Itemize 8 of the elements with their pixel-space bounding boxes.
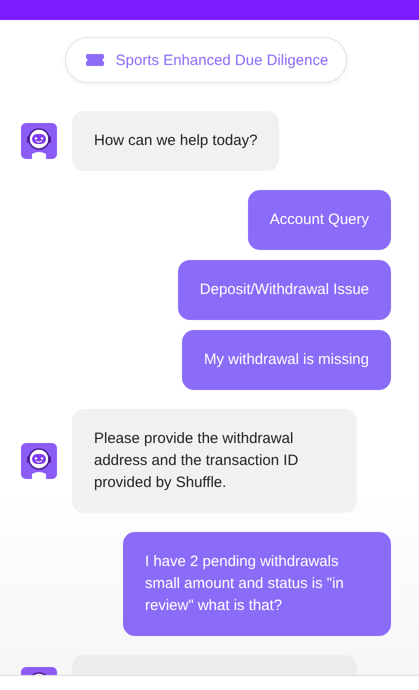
ticket-icon (86, 54, 104, 66)
user-message: I have 2 pending withdrawals small amount and status is "in review" what is that? (123, 532, 391, 636)
bot-message: How can we help today? (72, 111, 280, 171)
user-message: My withdrawal is missing (182, 330, 391, 390)
user-message: Account Query (248, 190, 391, 250)
topic-chip[interactable]: Sports Enhanced Due Diligence (64, 37, 348, 83)
bot-message: Please provide the withdrawal address and the transaction ID provided by Shuffle. (72, 409, 357, 513)
user-message: Deposit/Withdrawal Issue (178, 260, 391, 320)
